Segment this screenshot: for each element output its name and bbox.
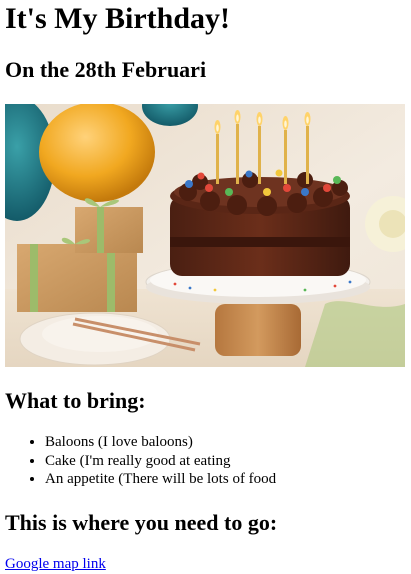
birthday-cake-photo <box>5 104 405 367</box>
party-date-heading: On the 28th Februari <box>5 57 207 82</box>
list-item: An appetite (There will be lots of food <box>45 470 276 489</box>
list-item: Cake (I'm really good at eating <box>45 452 276 471</box>
location-heading: This is where you need to go: <box>5 510 278 535</box>
bring-list: Baloons (I love baloons) Cake (I'm reall… <box>5 433 276 489</box>
page-title: It's My Birthday! <box>5 2 230 35</box>
what-to-bring-heading: What to bring: <box>5 388 146 413</box>
google-map-link[interactable]: Google map link <box>5 555 106 573</box>
list-item: Baloons (I love baloons) <box>45 433 276 452</box>
